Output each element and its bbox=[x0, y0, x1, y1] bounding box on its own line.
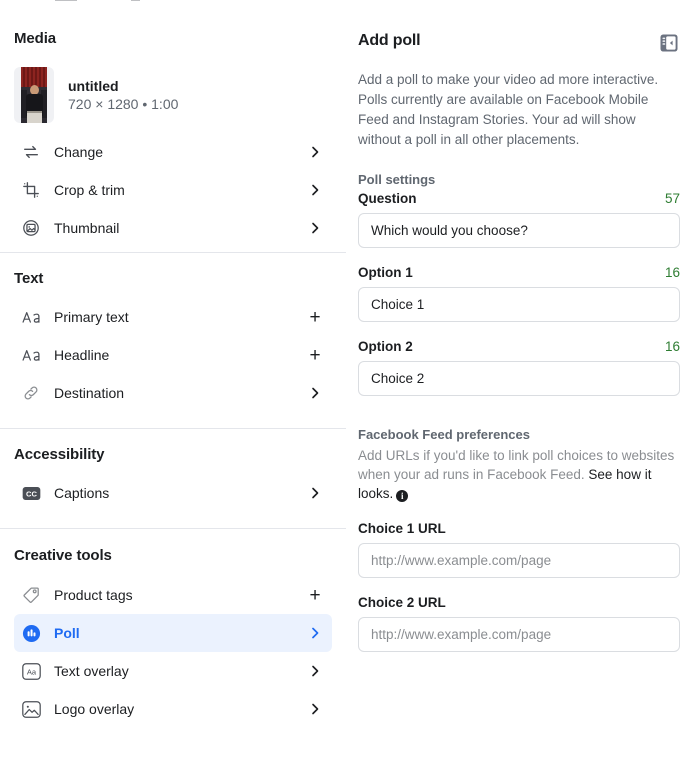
choice-2-url-input[interactable] bbox=[358, 617, 680, 652]
creative-row-product-tags[interactable]: Product tags + bbox=[14, 576, 332, 614]
question-label: Question bbox=[358, 191, 417, 206]
aa-text-icon bbox=[22, 309, 48, 325]
choice-1-url-input[interactable] bbox=[358, 543, 680, 578]
option-2-input[interactable] bbox=[358, 361, 680, 396]
chevron-right-icon bbox=[304, 387, 326, 399]
divider bbox=[0, 252, 346, 253]
text-section-title: Text bbox=[14, 270, 44, 287]
option-1-field-header: Option 1 16 bbox=[358, 265, 680, 280]
media-row-thumbnail-label: Thumbnail bbox=[54, 220, 120, 236]
media-row-crop-trim[interactable]: Crop & trim bbox=[14, 171, 332, 209]
creative-row-poll-label: Poll bbox=[54, 625, 80, 641]
creative-row-logo-overlay-label: Logo overlay bbox=[54, 701, 135, 717]
media-file-meta: 720 × 1280 • 1:00 bbox=[68, 96, 179, 112]
link-icon bbox=[22, 384, 48, 402]
divider bbox=[0, 528, 346, 529]
option-1-input[interactable] bbox=[358, 287, 680, 322]
media-row-crop-trim-label: Crop & trim bbox=[54, 182, 125, 198]
chevron-right-icon bbox=[304, 487, 326, 499]
divider bbox=[0, 428, 346, 429]
question-field-header: Question 57 bbox=[358, 191, 680, 206]
feed-preferences-body: Add URLs if you'd like to link poll choi… bbox=[358, 446, 678, 503]
chevron-right-icon bbox=[304, 627, 326, 639]
creative-tools-section-title: Creative tools bbox=[14, 547, 112, 564]
price-tag-icon bbox=[22, 586, 48, 604]
text-row-headline[interactable]: Headline + bbox=[14, 336, 332, 374]
choice-1-url-label: Choice 1 URL bbox=[358, 521, 446, 536]
text-row-destination-label: Destination bbox=[54, 385, 125, 401]
media-row-change-label: Change bbox=[54, 144, 104, 160]
text-row-primary-text[interactable]: Primary text + bbox=[14, 298, 332, 336]
media-row-thumbnail[interactable]: Thumbnail bbox=[14, 209, 332, 247]
ad-creative-editor: Media untitled 720 × 1280 • 1:00 Change … bbox=[0, 0, 700, 767]
text-row-destination[interactable]: Destination bbox=[14, 374, 332, 412]
media-file-name: untitled bbox=[68, 78, 119, 94]
add-poll-description: Add a poll to make your video ad more in… bbox=[358, 72, 659, 147]
plus-icon: + bbox=[309, 584, 321, 606]
page-title: Add poll bbox=[358, 32, 421, 49]
aa-text-icon bbox=[22, 347, 48, 363]
chevron-right-icon bbox=[304, 184, 326, 196]
option-2-label: Option 2 bbox=[358, 339, 413, 354]
plus-icon: + bbox=[309, 306, 321, 328]
chevron-right-icon bbox=[304, 146, 326, 158]
text-row-headline-label: Headline bbox=[54, 347, 110, 363]
creative-row-text-overlay[interactable]: Aa Text overlay bbox=[14, 652, 332, 690]
crop-icon bbox=[22, 181, 48, 199]
creative-options-sidebar: Media untitled 720 × 1280 • 1:00 Change … bbox=[0, 0, 346, 767]
thumbnail-image-icon bbox=[22, 219, 48, 237]
creative-row-product-tags-label: Product tags bbox=[54, 587, 133, 603]
poll-settings-label: Poll settings bbox=[358, 172, 436, 187]
text-row-primary-text-label: Primary text bbox=[54, 309, 129, 325]
logo-overlay-icon bbox=[22, 700, 48, 718]
collapse-panel-icon[interactable] bbox=[660, 34, 678, 52]
text-section: Text Primary text + Headline + Destinati… bbox=[0, 270, 346, 412]
info-icon[interactable]: i bbox=[396, 490, 409, 502]
accessibility-section-title: Accessibility bbox=[14, 446, 105, 463]
accessibility-row-captions-label: Captions bbox=[54, 485, 110, 501]
option-2-field-header: Option 2 16 bbox=[358, 339, 680, 354]
media-section-title: Media bbox=[14, 30, 57, 47]
option-1-label: Option 1 bbox=[358, 265, 413, 280]
chevron-right-icon bbox=[304, 665, 326, 677]
plus-icon: + bbox=[309, 344, 321, 366]
media-row-change[interactable]: Change bbox=[14, 133, 332, 171]
swap-arrows-icon bbox=[22, 143, 48, 161]
poll-bars-icon bbox=[22, 624, 48, 643]
creative-tools-section: Creative tools Product tags + Poll Aa Te… bbox=[0, 547, 346, 728]
creative-row-poll[interactable]: Poll bbox=[14, 614, 332, 652]
text-overlay-icon: Aa bbox=[22, 662, 48, 680]
feed-preferences-title: Facebook Feed preferences bbox=[358, 427, 530, 442]
svg-text:CC: CC bbox=[26, 489, 37, 498]
add-poll-header: Add poll bbox=[358, 32, 678, 52]
chevron-right-icon bbox=[304, 222, 326, 234]
video-thumbnail bbox=[14, 67, 54, 123]
option-1-char-counter: 16 bbox=[664, 265, 680, 280]
svg-text:Aa: Aa bbox=[27, 667, 37, 676]
choice-2-url-label: Choice 2 URL bbox=[358, 595, 446, 610]
captions-cc-icon: CC bbox=[22, 486, 48, 501]
option-2-char-counter: 16 bbox=[664, 339, 680, 354]
question-input[interactable] bbox=[358, 213, 680, 248]
media-section: Media untitled 720 × 1280 • 1:00 Change … bbox=[0, 30, 346, 247]
creative-row-logo-overlay[interactable]: Logo overlay bbox=[14, 690, 332, 728]
accessibility-row-captions[interactable]: CC Captions bbox=[14, 474, 332, 512]
question-char-counter: 57 bbox=[664, 191, 680, 206]
add-poll-panel: Add poll Add a poll to make your video a… bbox=[346, 0, 700, 767]
creative-row-text-overlay-label: Text overlay bbox=[54, 663, 129, 679]
chevron-right-icon bbox=[304, 703, 326, 715]
media-file-card[interactable]: untitled 720 × 1280 • 1:00 bbox=[14, 61, 332, 125]
accessibility-section: Accessibility CC Captions bbox=[0, 446, 346, 512]
